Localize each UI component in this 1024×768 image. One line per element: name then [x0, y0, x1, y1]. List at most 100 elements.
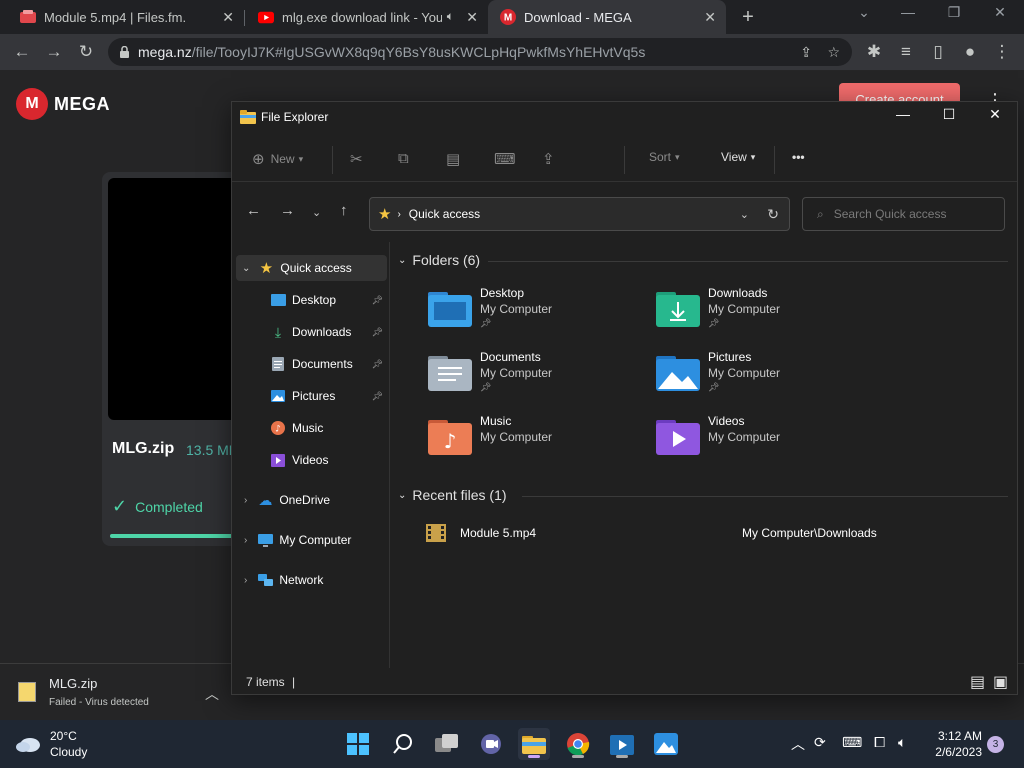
explorer-title-bar[interactable]: File Explorer — ☐ ✕: [232, 102, 1017, 132]
view-button[interactable]: View ▾: [721, 150, 755, 164]
minimize-icon[interactable]: —: [888, 4, 928, 20]
refresh-icon[interactable]: ↻: [767, 206, 779, 223]
restore-icon[interactable]: ❐: [934, 4, 974, 21]
nav-pictures[interactable]: Pictures 📌︎: [232, 383, 387, 409]
recent-locations-chevron-icon[interactable]: ⌄: [312, 206, 321, 219]
notification-badge[interactable]: 3: [987, 736, 1004, 753]
browser-menu-icon[interactable]: ⋮: [990, 40, 1014, 64]
share-icon[interactable]: ⇪: [800, 38, 812, 66]
network-icon[interactable]: ⧠: [874, 734, 885, 751]
close-window-icon[interactable]: ✕: [972, 106, 1018, 128]
audio-playing-icon[interactable]: 🔈︎: [447, 9, 454, 24]
nav-network[interactable]: › Network: [232, 567, 387, 593]
tab-youtube[interactable]: mlg.exe download link - YouT 🔈︎ ✕: [244, 0, 488, 34]
rename-icon[interactable]: ⌨: [494, 150, 516, 168]
separator: [624, 146, 625, 174]
up-arrow-icon[interactable]: ↑: [340, 202, 348, 219]
nav-onedrive[interactable]: › ☁ OneDrive: [232, 487, 387, 513]
reload-icon[interactable]: ↻: [74, 40, 98, 64]
search-icon[interactable]: [387, 728, 419, 760]
folders-section-header[interactable]: ⌄ Folders (6): [398, 252, 480, 268]
chevron-right-icon[interactable]: ›: [244, 535, 247, 546]
tab-mega[interactable]: M Download - MEGA ✕: [488, 0, 726, 34]
bookmark-star-icon[interactable]: ☆: [827, 38, 840, 66]
chevron-right-icon[interactable]: ›: [244, 495, 247, 506]
chevron-right-icon[interactable]: ›: [244, 575, 247, 586]
back-arrow-icon[interactable]: ←: [10, 40, 34, 64]
forward-arrow-icon[interactable]: →: [280, 202, 295, 219]
sync-alert-icon[interactable]: ⟳: [814, 734, 826, 751]
teams-chat-icon[interactable]: [475, 728, 507, 760]
close-tab-icon[interactable]: ✕: [704, 9, 716, 26]
minimize-icon[interactable]: —: [880, 106, 926, 128]
nav-desktop[interactable]: Desktop 📌︎: [232, 287, 387, 313]
nav-quick-access[interactable]: ⌄ ★ Quick access: [236, 255, 387, 281]
share-icon[interactable]: ⇪: [542, 150, 555, 168]
download-item[interactable]: MLG.zip Failed - Virus detected ︿: [0, 664, 232, 721]
start-windows-icon[interactable]: [342, 728, 374, 760]
nav-videos[interactable]: Videos: [232, 447, 387, 473]
checkmark-icon: ✓: [112, 496, 128, 516]
forward-arrow-icon[interactable]: →: [42, 40, 66, 64]
side-panel-icon[interactable]: ▯: [926, 40, 950, 64]
folder-videos[interactable]: Videos My Computer: [656, 414, 876, 470]
pin-icon: 📌︎: [371, 390, 383, 401]
recent-files-section-header[interactable]: ⌄ Recent files (1): [398, 487, 507, 503]
chevron-down-icon: ▾: [298, 153, 304, 164]
explorer-search-box[interactable]: ⌕ Search Quick access: [802, 197, 1005, 231]
cut-icon[interactable]: ✂: [350, 150, 363, 168]
close-tab-icon[interactable]: ✕: [466, 9, 478, 26]
folder-desktop[interactable]: Desktop My Computer 📌︎: [428, 286, 648, 342]
nav-documents[interactable]: Documents 📌︎: [232, 351, 387, 377]
file-explorer-taskbar-icon[interactable]: [518, 728, 550, 760]
nav-music[interactable]: ♪ Music: [232, 415, 387, 441]
media-player-icon[interactable]: [606, 728, 638, 760]
volume-icon[interactable]: 🔈︎: [898, 734, 906, 751]
lock-icon: [120, 46, 129, 58]
back-arrow-icon[interactable]: ←: [246, 202, 261, 219]
close-tab-icon[interactable]: ✕: [222, 9, 234, 26]
pictures-icon: [270, 388, 286, 404]
breadcrumb-quick-access[interactable]: Quick access: [409, 207, 480, 221]
task-view-icon[interactable]: [431, 728, 463, 760]
tab-files-fm[interactable]: Module 5.mp4 | Files.fm. ✕: [0, 0, 244, 34]
chrome-icon[interactable]: [562, 728, 594, 760]
photos-icon[interactable]: [650, 728, 682, 760]
details-view-icon[interactable]: ▤: [970, 672, 985, 692]
close-window-icon[interactable]: ✕: [980, 4, 1020, 21]
profile-avatar-icon[interactable]: ●: [958, 40, 982, 64]
folder-name: Videos: [708, 414, 745, 428]
explorer-address-bar[interactable]: ★ › Quick access ⌄ ↻: [369, 197, 790, 231]
chevron-up-icon[interactable]: ︿: [791, 734, 805, 754]
paste-icon[interactable]: ▤: [446, 150, 460, 168]
see-more-button[interactable]: •••: [792, 150, 805, 164]
address-history-chevron-icon[interactable]: ⌄: [740, 208, 749, 221]
folder-name: Downloads: [708, 286, 768, 300]
folder-music[interactable]: ♪ Music My Computer: [428, 414, 648, 470]
recent-file-row[interactable]: Module 5.mp4 My Computer\Downloads: [426, 520, 986, 546]
system-clock[interactable]: 3:12 AM 2/6/2023: [930, 728, 982, 760]
sort-button[interactable]: Sort ▾: [649, 150, 680, 164]
weather-widget[interactable]: 20°C Cloudy: [16, 728, 87, 760]
videos-icon: [270, 452, 286, 468]
folder-documents[interactable]: Documents My Computer 📌︎: [428, 350, 648, 406]
new-tab-button[interactable]: +: [736, 6, 760, 28]
tiles-view-icon[interactable]: ▣: [993, 672, 1008, 692]
nav-my-computer[interactable]: › My Computer: [232, 527, 387, 553]
chevron-down-icon: ▾: [750, 151, 756, 162]
keyboard-icon[interactable]: ⌨: [842, 734, 862, 751]
chevron-up-icon[interactable]: ︿: [205, 684, 219, 704]
folder-downloads[interactable]: Downloads My Computer 📌︎: [656, 286, 876, 342]
chevron-down-icon[interactable]: ⌄: [242, 263, 250, 274]
extensions-puzzle-icon[interactable]: ✱: [862, 40, 886, 64]
chevron-down-icon[interactable]: ⌄: [844, 4, 884, 21]
folder-pictures[interactable]: Pictures My Computer 📌︎: [656, 350, 876, 406]
mega-logo[interactable]: M MEGA: [16, 88, 110, 120]
cloud-icon: [16, 738, 40, 752]
new-button[interactable]: ⊕ New ▾: [252, 150, 303, 168]
maximize-icon[interactable]: ☐: [926, 106, 972, 128]
nav-downloads[interactable]: ⤓ Downloads 📌︎: [232, 319, 387, 345]
copy-icon[interactable]: ⧉: [398, 150, 409, 167]
media-control-icon[interactable]: ≡: [894, 40, 918, 64]
address-bar[interactable]: mega.nz/file/TooyIJ7K#IgUSGvWX8q9qY6BsY8…: [108, 38, 852, 66]
